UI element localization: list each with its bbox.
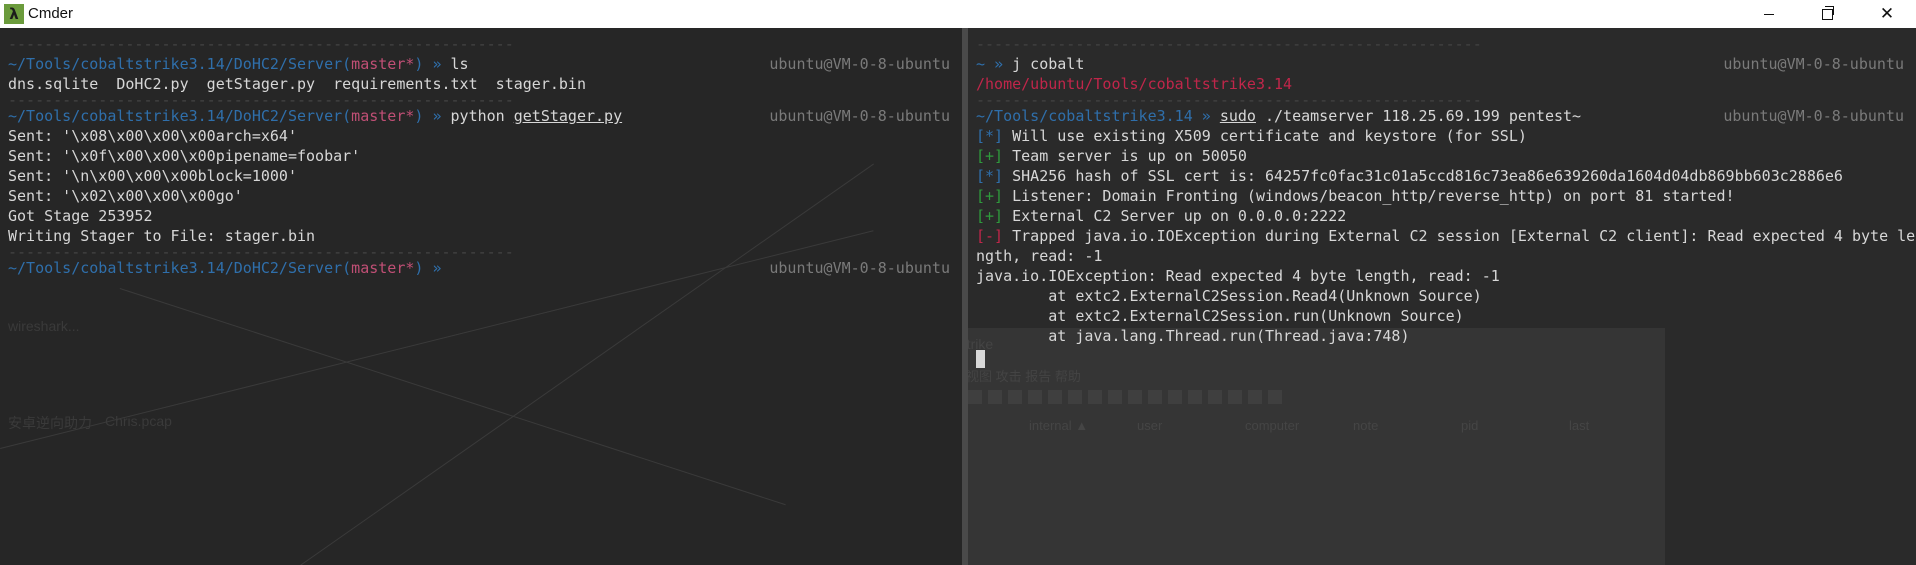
output-line: Sent: '\n\x00\x00\x00block=1000' <box>8 167 297 185</box>
host-label: ubuntu@VM-0-8-ubuntu <box>1723 55 1904 73</box>
log-tag: [+] <box>976 207 1004 225</box>
prompt-arrow: » <box>994 55 1004 73</box>
prompt-line: ~/Tools/cobaltstrike3.14 » sudo ./teamse… <box>976 106 1581 126</box>
log-text: Will use existing X509 certificate and k… <box>1003 127 1527 145</box>
prompt-path: ~/Tools/cobaltstrike3.14/DoHC2/Server <box>8 55 343 73</box>
window-title: Cmder <box>28 5 74 22</box>
background-cobaltstrike-window: Cobalt Strike Cobalt Strike 视图 攻击 报告 帮助 … <box>968 328 1665 565</box>
log-text: Trapped java.io.IOException during Exter… <box>1003 227 1916 245</box>
log-line: [+] Team server is up on 50050 <box>976 146 1247 166</box>
log-line: [+] External C2 Server up on 0.0.0.0:222… <box>976 206 1346 226</box>
background-line <box>119 288 786 506</box>
cs-column: internal ▲ <box>1029 418 1089 433</box>
log-line: [*] SHA256 hash of SSL cert is: 64257fc0… <box>976 166 1843 186</box>
prompt-path: ~/Tools/cobaltstrike3.14/DoHC2/Server <box>8 259 343 277</box>
cs-column: computer <box>1245 418 1300 433</box>
log-text: Team server is up on 50050 <box>1003 147 1247 165</box>
separator-line: ----------------------------------------… <box>8 35 514 53</box>
log-line: [*] Will use existing X509 certificate a… <box>976 126 1527 146</box>
desktop-label: wireshark... <box>8 318 80 334</box>
log-tag: [-] <box>976 227 1004 245</box>
cs-column: user <box>1137 418 1163 433</box>
command-text: j cobalt <box>1012 55 1085 73</box>
prompt-path: ~/Tools/cobaltstrike3.14/DoHC2/Server <box>8 107 343 125</box>
git-branch: master* <box>351 259 415 277</box>
cmder-window: λ Cmder ✕ wireshark... 安卓逆向助力 Chris.pcap… <box>0 0 1916 565</box>
log-line: [+] Listener: Domain Fronting (windows/b… <box>976 186 1735 206</box>
command-text: python <box>450 107 505 125</box>
close-button[interactable]: ✕ <box>1864 0 1910 28</box>
output-line: Got Stage 253952 <box>8 207 153 225</box>
cs-column: last <box>1569 418 1590 433</box>
lambda-icon: λ <box>4 4 24 24</box>
terminal-pane-left[interactable]: wireshark... 安卓逆向助力 Chris.pcap ---------… <box>0 28 962 565</box>
command-text: ls <box>450 55 469 73</box>
separator-line: ----------------------------------------… <box>976 35 1482 53</box>
log-tag: [*] <box>976 167 1004 185</box>
output-line: Sent: '\x02\x00\x00\x00go' <box>8 187 243 205</box>
cs-column: pid <box>1461 418 1479 433</box>
minimize-button[interactable] <box>1746 0 1792 28</box>
cs-table-header: external internal ▲ user computer note p… <box>968 418 1665 438</box>
prompt-path: ~ <box>976 55 986 73</box>
cs-column: note <box>1353 418 1379 433</box>
log-text: SHA256 hash of SSL cert is: 64257fc0fac3… <box>1003 167 1843 185</box>
output-line: ngth, read: -1 <box>976 247 1103 265</box>
prompt-line: ~/Tools/cobaltstrike3.14/DoHC2/Server(ma… <box>8 259 442 277</box>
host-label: ubuntu@VM-0-8-ubuntu <box>769 55 950 73</box>
prompt-arrow: » <box>432 107 442 125</box>
prompt-path: ~/Tools/cobaltstrike3.14 <box>976 107 1193 125</box>
host-label: ubuntu@VM-0-8-ubuntu <box>1723 107 1904 125</box>
command-text: ./teamserver 118.25.69.199 pentest~ <box>1265 107 1582 125</box>
minimize-icon <box>1764 13 1774 15</box>
title-bar: λ Cmder ✕ <box>0 0 1916 28</box>
log-tag: [+] <box>976 187 1004 205</box>
git-branch: master* <box>351 55 415 73</box>
desktop-label: Chris.pcap <box>105 413 172 429</box>
log-line: [-] Trapped java.io.IOException during E… <box>976 226 1915 246</box>
prompt-line: ~/Tools/cobaltstrike3.14/DoHC2/Server(ma… <box>8 107 623 125</box>
prompt-arrow: » <box>432 55 442 73</box>
cs-menu: Cobalt Strike 视图 攻击 报告 帮助 <box>968 369 1081 384</box>
terminal-cursor <box>976 350 985 368</box>
cs-toolbar <box>968 390 1658 408</box>
output-line: Sent: '\x08\x00\x00\x00arch=x64' <box>8 127 297 145</box>
sudo-text: sudo <box>1219 107 1256 125</box>
git-branch: master* <box>351 107 415 125</box>
prompt-arrow: » <box>1201 107 1211 125</box>
log-tag: [+] <box>976 147 1004 165</box>
prompt-line: ~/Tools/cobaltstrike3.14/DoHC2/Server(ma… <box>8 55 469 73</box>
desktop-label: 安卓逆向助力 <box>8 415 92 431</box>
background-line <box>300 163 874 565</box>
output-line: at extc2.ExternalC2Session.Read4(Unknown… <box>976 287 1482 305</box>
command-arg: getStager.py <box>513 107 623 125</box>
cs-column: external <box>968 418 991 438</box>
log-text: External C2 Server up on 0.0.0.0:2222 <box>1003 207 1347 225</box>
output-line: at extc2.ExternalC2Session.run(Unknown S… <box>976 307 1464 325</box>
log-tag: [*] <box>976 127 1004 145</box>
close-icon: ✕ <box>1879 4 1895 24</box>
host-label: ubuntu@VM-0-8-ubuntu <box>769 107 950 125</box>
host-label: ubuntu@VM-0-8-ubuntu <box>769 259 950 277</box>
log-text: Listener: Domain Fronting (windows/beaco… <box>1003 187 1735 205</box>
output-line: at java.lang.Thread.run(Thread.java:748) <box>976 327 1410 345</box>
output-line: Sent: '\x0f\x00\x00\x00pipename=foobar' <box>8 147 361 165</box>
output-line: java.io.IOException: Read expected 4 byt… <box>976 267 1500 285</box>
prompt-arrow: » <box>432 259 442 277</box>
restore-icon <box>1821 5 1834 20</box>
prompt-line: ~ » j cobalt <box>976 54 1084 74</box>
maximize-button[interactable] <box>1804 0 1850 28</box>
terminal-pane-right[interactable]: Cobalt Strike Cobalt Strike 视图 攻击 报告 帮助 … <box>968 28 1916 565</box>
